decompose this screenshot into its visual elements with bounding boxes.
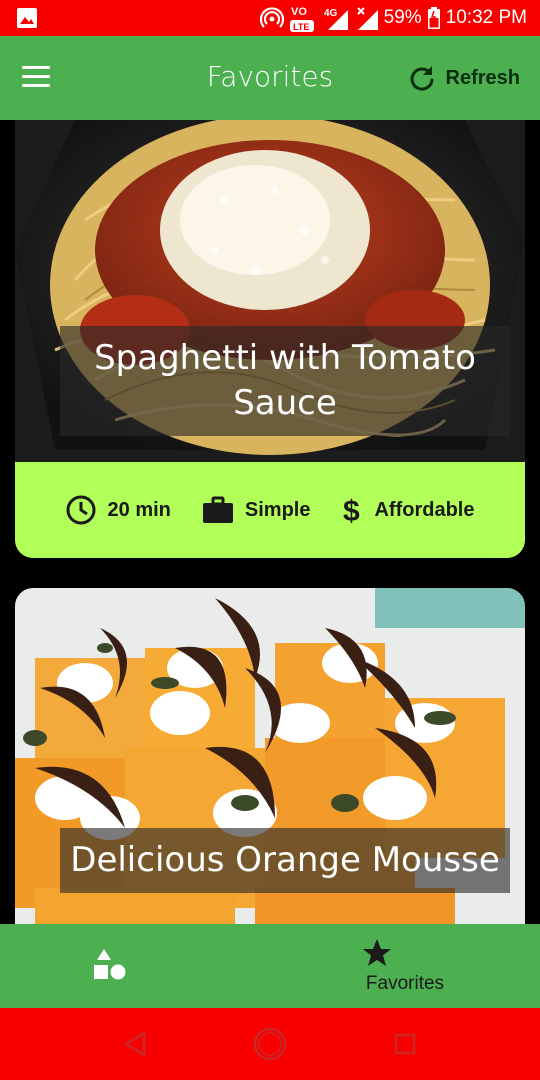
back-button[interactable] (115, 1024, 155, 1064)
svg-text:VO: VO (291, 6, 307, 18)
hotspot-icon (259, 7, 284, 28)
refresh-button[interactable]: Refresh (408, 58, 520, 98)
recents-square-icon (394, 1033, 416, 1055)
menu-icon-bar (22, 75, 50, 78)
system-navigation-bar (0, 1008, 540, 1080)
meal-card[interactable]: Delicious Orange Mousse (15, 588, 525, 924)
app-bar: Favorites Refresh (0, 36, 540, 120)
nav-favorites[interactable]: Favorites (270, 924, 540, 1008)
meal-title: Delicious Orange Mousse (60, 828, 510, 893)
dollar-icon: $ (343, 495, 360, 526)
meal-duration: 20 min (66, 495, 171, 525)
volte-icon: VO LTE (289, 6, 314, 32)
meal-complexity: Simple (202, 496, 311, 524)
briefcase-icon (202, 496, 233, 523)
clock: 10:32 PM (445, 7, 527, 28)
complexity-label: Simple (244, 498, 311, 521)
status-bar: VO LTE 4G 59% 10:32 PM (0, 0, 540, 36)
star-icon (363, 939, 391, 966)
meal-card[interactable]: Spaghetti with Tomato Sauce 20 min Simpl… (15, 120, 525, 558)
meal-title: Spaghetti with Tomato Sauce (60, 326, 510, 436)
signal-no-service-icon (356, 7, 378, 30)
svg-text:LTE: LTE (293, 22, 309, 32)
meal-list[interactable]: Spaghetti with Tomato Sauce 20 min Simpl… (0, 120, 540, 924)
nav-favorites-label: Favorites (365, 973, 445, 994)
refresh-label: Refresh (445, 66, 520, 89)
image-notification-icon (17, 8, 37, 28)
recents-button[interactable] (385, 1024, 425, 1064)
duration-label: 20 min (107, 498, 171, 521)
menu-icon-bar (22, 84, 50, 87)
back-triangle-icon (124, 1031, 146, 1057)
refresh-icon (410, 66, 434, 91)
battery-percent: 59% (383, 7, 422, 28)
signal-4g-icon: 4G (324, 8, 348, 30)
categories-icon (94, 949, 126, 980)
affordability-label: Affordable (374, 498, 475, 521)
menu-icon (22, 66, 50, 69)
meal-affordability: $ Affordable (342, 494, 474, 526)
bottom-navigation: Favorites (0, 924, 540, 1008)
meal-meta-bar: 20 min Simple $ Affordable (15, 462, 525, 558)
home-circle-icon (253, 1027, 287, 1061)
clock-icon (66, 495, 96, 525)
home-button[interactable] (250, 1024, 290, 1064)
nav-categories[interactable] (0, 924, 270, 1008)
svg-text:4G: 4G (324, 8, 338, 19)
svg-text:$: $ (343, 495, 360, 526)
menu-button[interactable] (22, 60, 62, 96)
battery-icon (427, 7, 440, 29)
